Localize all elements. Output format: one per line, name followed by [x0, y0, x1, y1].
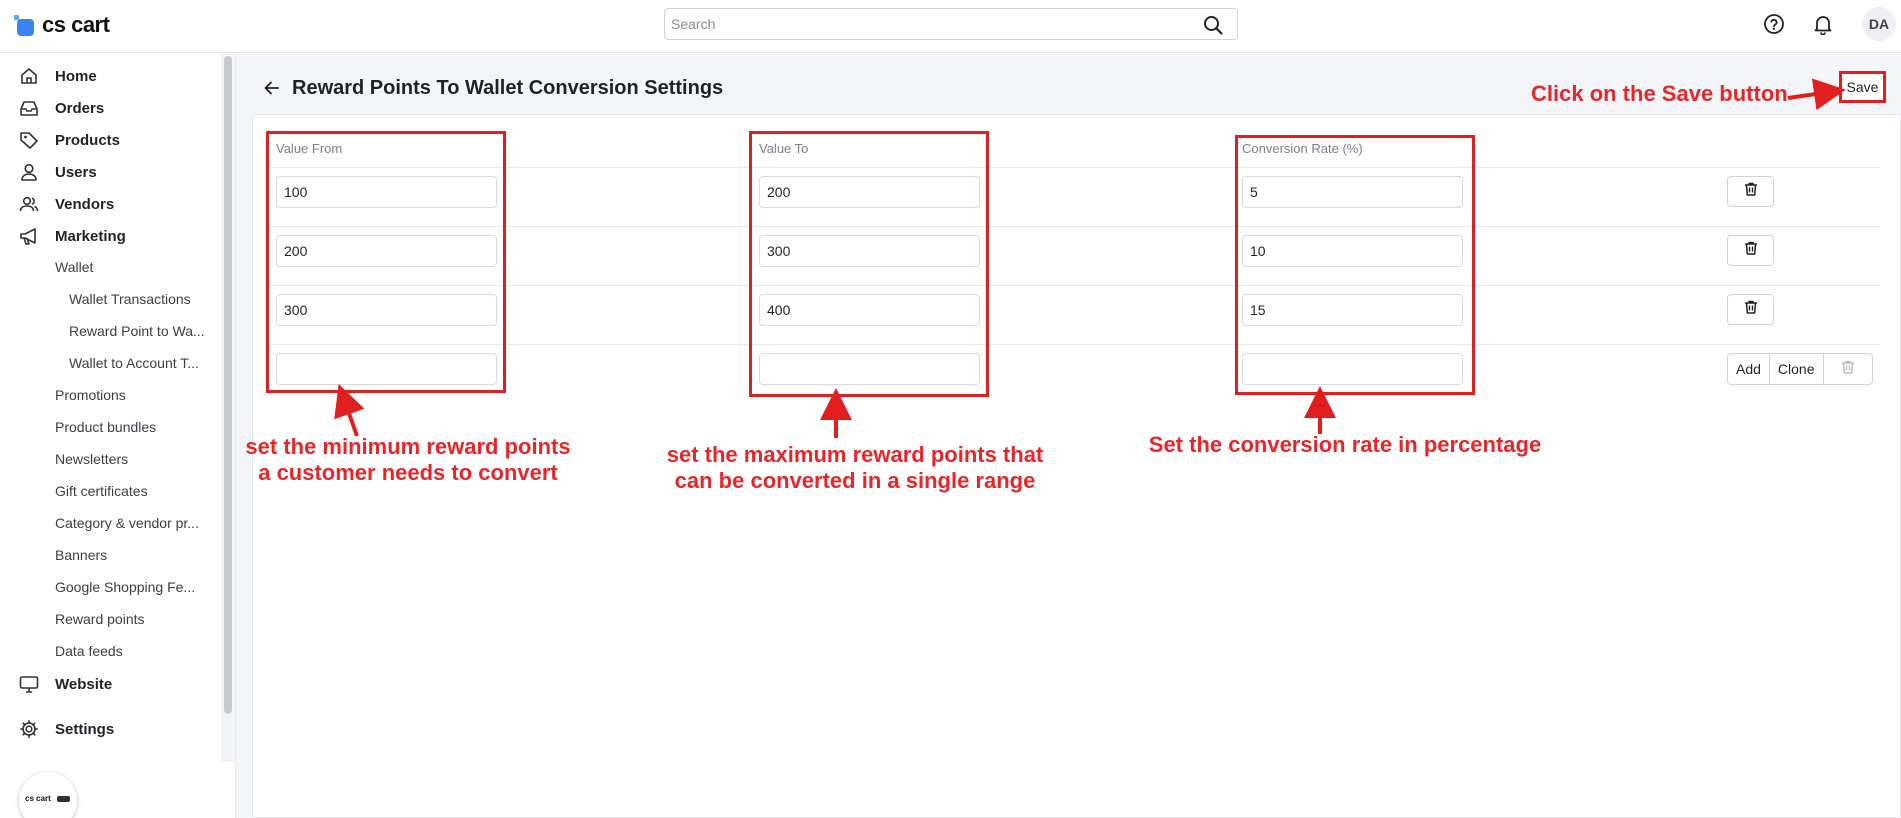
cs-cart-logo[interactable]: cs cart	[14, 12, 110, 38]
sidebar-subitem-wallet-to-account[interactable]: Wallet to Account T...	[69, 355, 199, 371]
save-button[interactable]: Save	[1839, 71, 1886, 103]
mini-logo-text: cs cart	[25, 794, 51, 803]
sidebar-item-label: Website	[55, 675, 113, 693]
delete-row-button[interactable]	[1727, 294, 1774, 325]
bell-icon[interactable]	[1812, 13, 1834, 40]
page-title: Reward Points To Wallet Conversion Setti…	[292, 77, 724, 99]
sidebar-item-label: Settings	[55, 720, 115, 738]
delete-row-button[interactable]	[1727, 235, 1774, 266]
annotation-box-value-to	[749, 131, 989, 397]
sidebar-subitem-banners[interactable]: Banners	[55, 547, 107, 563]
sidebar-item-label: Orders	[55, 99, 105, 117]
user-icon	[19, 162, 39, 182]
sidebar-item-label: Marketing	[55, 227, 126, 245]
annotation-value-from-line1: set the minimum reward points	[245, 434, 571, 459]
sidebar-subitem-gift-certificates[interactable]: Gift certificates	[55, 483, 148, 499]
row-divider	[266, 344, 1880, 345]
sidebar-subitem-category-vendor[interactable]: Category & vendor pr...	[55, 515, 199, 531]
home-icon	[19, 66, 39, 86]
sidebar-subitem-newsletters[interactable]: Newsletters	[55, 451, 128, 467]
search-icon[interactable]	[1203, 15, 1223, 40]
annotation-value-to-line1: set the maximum reward points that	[666, 442, 1044, 467]
annotation-value-to-line2: can be converted in a single range	[674, 468, 1036, 493]
sidebar-subitem-promotions[interactable]: Promotions	[55, 387, 126, 403]
row-divider	[266, 285, 1880, 286]
trash-icon	[1840, 359, 1856, 380]
sidebar-item-label: Products	[55, 131, 121, 149]
tag-icon	[19, 130, 39, 150]
row-action-group: Add Clone	[1727, 353, 1873, 385]
annotation-conversion-rate: Set the conversion rate in percentage	[1148, 432, 1542, 457]
annotation-save: Click on the Save button	[1531, 81, 1788, 106]
sidebar-subitem-wallet-transactions[interactable]: Wallet Transactions	[69, 291, 191, 307]
sidebar-subitem-reward-point-to-wallet[interactable]: Reward Point to Wa...	[69, 323, 205, 339]
row-divider	[266, 167, 1880, 168]
sidebar-subitem-data-feeds[interactable]: Data feeds	[55, 643, 123, 659]
trash-icon	[1743, 181, 1759, 202]
search-box[interactable]	[664, 8, 1238, 40]
sidebar-subitem-product-bundles[interactable]: Product bundles	[55, 419, 156, 435]
delete-row-button-disabled	[1824, 354, 1872, 384]
sidebar-subitem-reward-points[interactable]: Reward points	[55, 611, 145, 627]
help-icon[interactable]	[1763, 13, 1785, 40]
avatar-initials: DA	[1868, 16, 1890, 32]
avatar[interactable]: DA	[1862, 7, 1896, 41]
top-bar: cs cart DA	[0, 0, 1901, 53]
sidebar-subitem-google-shopping[interactable]: Google Shopping Fe...	[55, 579, 195, 595]
logo-icon	[14, 15, 34, 36]
gear-icon	[19, 719, 39, 739]
annotation-box-conversion-rate	[1235, 135, 1475, 395]
add-row-button[interactable]: Add	[1728, 354, 1769, 384]
trash-icon	[1743, 299, 1759, 320]
users-icon	[19, 194, 39, 214]
monitor-icon	[19, 674, 39, 694]
megaphone-icon	[19, 226, 39, 246]
mini-logo-mark	[57, 796, 70, 802]
sidebar-item-label: Vendors	[55, 195, 115, 213]
annotation-value-from-line2: a customer needs to convert	[258, 460, 558, 485]
sidebar-subitem-wallet[interactable]: Wallet	[55, 259, 93, 275]
clone-row-button[interactable]: Clone	[1769, 354, 1823, 384]
inbox-icon	[19, 98, 39, 118]
annotation-box-value-from	[266, 131, 506, 393]
search-input[interactable]	[665, 9, 1185, 39]
logo-text: cs cart	[42, 12, 110, 37]
sidebar-item-label: Users	[55, 163, 97, 181]
delete-row-button[interactable]	[1727, 176, 1774, 207]
back-arrow-icon[interactable]	[262, 78, 282, 103]
row-divider	[266, 226, 1880, 227]
trash-icon	[1743, 240, 1759, 261]
sidebar-scroll-thumb[interactable]	[224, 56, 232, 714]
sidebar-item-label: Home	[55, 67, 97, 85]
